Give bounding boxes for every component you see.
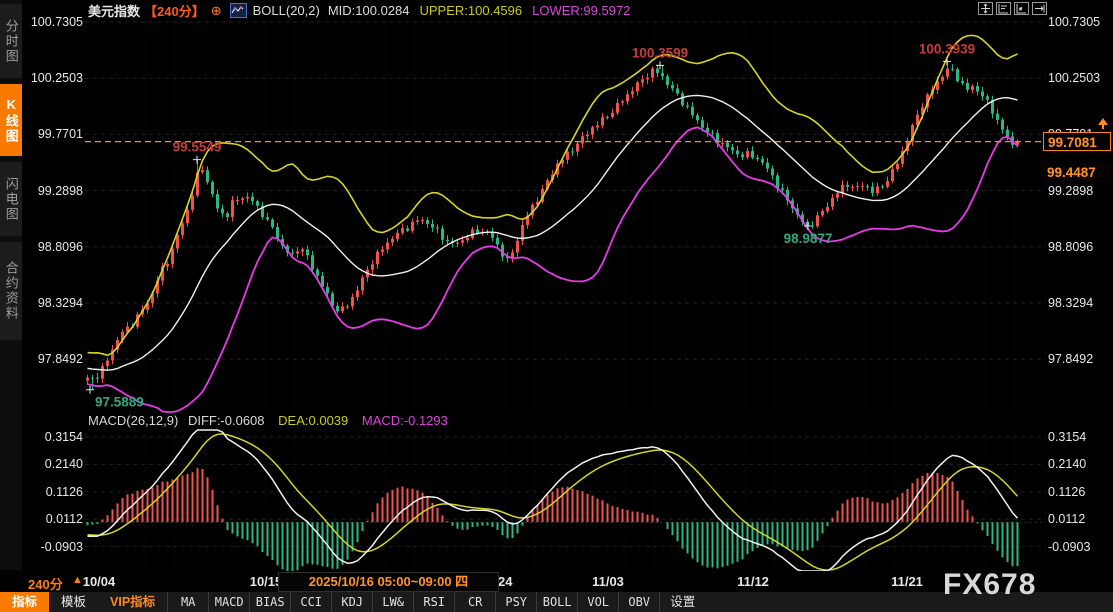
time-axis-label-fragment: 24 — [498, 574, 512, 589]
price-axis-tick: 100.7305 — [23, 15, 83, 29]
time-axis-label: 11/03 — [592, 574, 624, 589]
indicator-button-kdj[interactable]: KDJ — [331, 592, 372, 612]
last-price-box[interactable]: 99.7081 — [1043, 132, 1111, 151]
app-window: 97.5889 99.5549 100.3599 98.9877 100.3939 分时… — [0, 0, 1113, 612]
macd-macd-value: MACD:-0.1293 — [362, 413, 448, 428]
price-axis-tick: 100.2503 — [23, 71, 83, 85]
svg-text:100.3939: 100.3939 — [919, 41, 975, 56]
time-axis-label: 11/21 — [891, 574, 923, 589]
price-axis-tick: 0.2140 — [23, 457, 83, 471]
price-axis-tick: 98.8096 — [23, 240, 83, 254]
price-axis-tick: 98.3294 — [1048, 296, 1093, 310]
sidebar-tab-3[interactable]: 闪电图 — [0, 162, 22, 236]
boll-upper-value: UPPER:100.4596 — [420, 3, 523, 18]
boll-params-label: BOLL(20,2) — [253, 3, 320, 18]
grid-lines — [85, 22, 1045, 571]
x-axis-scale-icon[interactable] — [1014, 2, 1029, 15]
macd-header: MACD(26,12,9) DIFF:-0.0608 DEA:0.0039 MA… — [88, 413, 448, 428]
y-axis-scale-icon[interactable] — [996, 2, 1011, 15]
time-range-tooltip: 2025/10/16 05:00~09:00 四 — [278, 572, 499, 592]
indicator-button-macd[interactable]: MACD — [208, 592, 249, 612]
chart-type-sidebar: 分时图 K线图闪电图合约资料 — [0, 0, 22, 570]
price-axis-tick: 99.7701 — [23, 127, 83, 141]
price-axis-tick: 0.1126 — [23, 485, 83, 499]
price-up-arrow-icon — [1097, 118, 1109, 130]
macd-dea-value: DEA:0.0039 — [278, 413, 348, 428]
fx678-watermark: FX678 — [943, 568, 1036, 602]
toolbar-tab-1[interactable]: 指标 — [0, 592, 49, 612]
price-axis-tick: 0.3154 — [1048, 430, 1086, 444]
svg-text:100.3599: 100.3599 — [632, 45, 688, 60]
indicator-button-psy[interactable]: PSY — [495, 592, 536, 612]
indicator-button-lw[interactable]: LW& — [372, 592, 413, 612]
symbol-title: 美元指数 — [88, 1, 140, 20]
macd-params-label: MACD(26,12,9) — [88, 413, 178, 428]
price-axis-tick: 0.2140 — [1048, 457, 1086, 471]
period-selector[interactable]: 240分 — [28, 574, 63, 593]
time-axis-label: 10/04 — [83, 574, 116, 589]
period-tag[interactable]: 【240分】 — [144, 1, 205, 20]
indicator-button-boll[interactable]: BOLL — [536, 592, 577, 612]
svg-text:97.5889: 97.5889 — [95, 395, 144, 410]
bollinger-bands — [88, 35, 1018, 412]
chart-toolbox — [978, 2, 1047, 15]
macd-diff-value: DIFF:-0.0608 — [188, 413, 265, 428]
price-axis-tick: 97.8492 — [1048, 352, 1093, 366]
indicator-button-cci[interactable]: CCI — [290, 592, 331, 612]
toolbar-tab-3[interactable]: VIP指标 — [98, 592, 167, 612]
price-axis-tick: 98.3294 — [23, 296, 83, 310]
reference-price-box: 99.4487 — [1043, 163, 1111, 182]
price-axis-tick: 99.2898 — [1048, 184, 1093, 198]
price-axis-tick: 0.1126 — [1048, 485, 1085, 499]
price-axis-tick: 0.3154 — [23, 430, 83, 444]
macd-plot — [88, 430, 1018, 571]
price-axis-tick: 98.8096 — [1048, 240, 1093, 254]
add-circle-icon[interactable]: ⊕ — [211, 3, 222, 19]
price-axis-tick: 0.0112 — [1048, 512, 1085, 526]
price-axis-tick: -0.0903 — [23, 540, 83, 554]
settings-button[interactable]: 设置 — [659, 592, 705, 612]
main-chart-canvas[interactable]: 97.5889 99.5549 100.3599 98.9877 100.3939 — [0, 0, 1113, 612]
price-axis-tick: -0.0903 — [1048, 540, 1090, 554]
toolbar-tab-2[interactable]: 模板 — [49, 592, 98, 612]
sidebar-tab-4[interactable]: 合约资料 — [0, 242, 22, 340]
indicator-button-rsi[interactable]: RSI — [413, 592, 454, 612]
sidebar-tab-2[interactable]: K线图 — [0, 84, 22, 156]
boll-mid-value: MID:100.0284 — [328, 3, 410, 18]
svg-text:99.5549: 99.5549 — [173, 140, 222, 155]
indicator-button-obv[interactable]: OBV — [618, 592, 659, 612]
pan-icon[interactable] — [978, 2, 993, 15]
indicator-button-ma[interactable]: MA — [167, 592, 208, 612]
indicator-button-vol[interactable]: VOL — [577, 592, 618, 612]
svg-text:98.9877: 98.9877 — [784, 231, 833, 246]
indicator-button-bias[interactable]: BIAS — [249, 592, 290, 612]
boll-chart-icon[interactable] — [230, 3, 247, 18]
time-axis-label: 11/12 — [737, 574, 769, 589]
indicator-button-cr[interactable]: CR — [454, 592, 495, 612]
sidebar-tab-1[interactable]: 分时图 — [0, 4, 22, 78]
price-axis-tick: 100.7305 — [1048, 15, 1100, 29]
price-axis-tick: 99.2898 — [23, 184, 83, 198]
price-axis-tick: 100.2503 — [1048, 71, 1100, 85]
price-axis-tick: 0.0112 — [23, 512, 83, 526]
price-axis-tick: 97.8492 — [23, 352, 83, 366]
boll-lower-value: LOWER:99.5972 — [532, 3, 630, 18]
chart-header: 美元指数 【240分】 ⊕ BOLL(20,2) MID:100.0284 UP… — [22, 0, 1113, 21]
period-up-triangle-icon[interactable]: ▲ — [72, 574, 83, 586]
reset-view-icon[interactable] — [1032, 2, 1047, 15]
